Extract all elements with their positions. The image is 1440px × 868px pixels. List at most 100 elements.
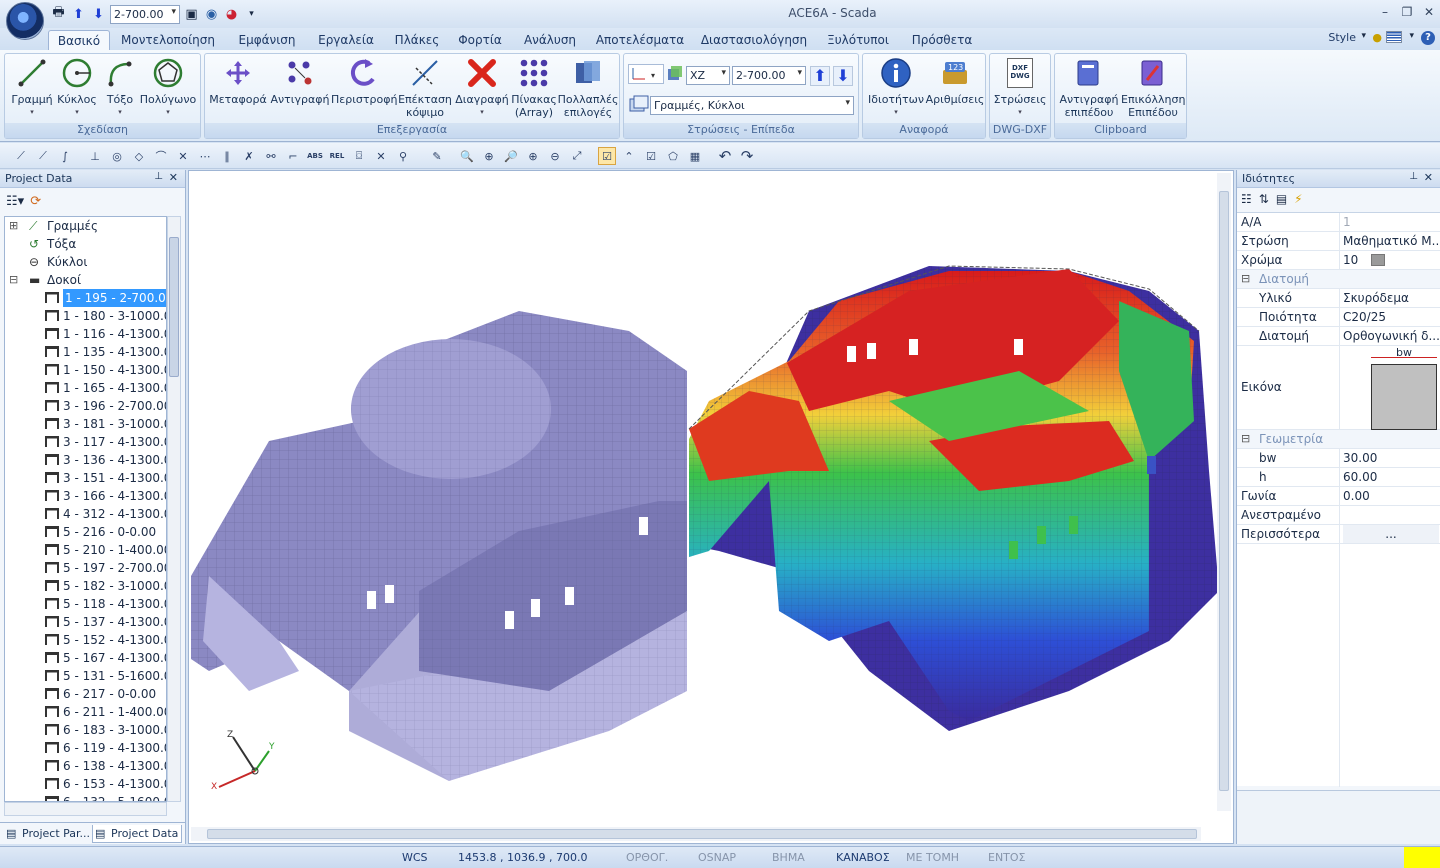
tree-item-beam[interactable]: 1 - 180 - 3-1000.00 xyxy=(5,307,166,325)
print-icon[interactable]: 🖶 xyxy=(50,5,67,23)
property-value[interactable]: bw xyxy=(1343,346,1439,430)
property-row[interactable]: Στρώση Μαθηματικό Μ... xyxy=(1237,232,1440,251)
node-select-icon[interactable]: ⌃ xyxy=(620,147,638,165)
property-row[interactable]: Ποιότητα C20/25 xyxy=(1237,308,1440,327)
node-snap-icon[interactable]: ⚯ xyxy=(262,147,280,165)
tree-node[interactable]: ↺ Τόξα xyxy=(5,235,166,253)
tab-project-parameters[interactable]: ▤ Project Par... xyxy=(4,825,90,843)
property-row[interactable]: bw 30.00 xyxy=(1237,449,1440,468)
tangent-snap-icon[interactable]: ⌒ xyxy=(152,147,170,165)
abs-coords-button[interactable]: ABS xyxy=(306,147,324,165)
open-project-icon[interactable]: ▣ xyxy=(183,6,200,23)
tree-item-beam[interactable]: 1 - 165 - 4-1300.00 xyxy=(5,379,166,397)
extension-snap-icon[interactable]: ⋯ xyxy=(196,147,214,165)
tree-item-beam[interactable]: 5 - 167 - 4-1300.00 xyxy=(5,649,166,667)
property-row[interactable]: Α/Α 1 xyxy=(1237,213,1440,232)
tree-item-beam[interactable]: 5 - 216 - 0-0.00 xyxy=(5,523,166,541)
tree-node[interactable]: ⊟ ▬ Δοκοί xyxy=(5,271,166,289)
tree-item-beam[interactable]: 5 - 197 - 2-700.00 xyxy=(5,559,166,577)
tree-item-beam[interactable]: 6 - 211 - 1-400.00 xyxy=(5,703,166,721)
property-row[interactable]: Διατομή Ορθογωνική δ... xyxy=(1237,327,1440,346)
tree-item-beam[interactable]: 4 - 312 - 4-1300.00 xyxy=(5,505,166,523)
status-inside[interactable]: ΕΝΤΟΣ xyxy=(988,851,1026,864)
tree-item-beam[interactable]: 5 - 182 - 3-1000.00 xyxy=(5,577,166,595)
center-snap-icon[interactable]: ◎ xyxy=(108,147,126,165)
property-value[interactable]: C20/25 xyxy=(1343,308,1439,326)
tab-loads[interactable]: Φορτία xyxy=(452,30,508,50)
collapse-icon[interactable]: ⊟ xyxy=(1241,430,1250,448)
rel-coords-button[interactable]: REL xyxy=(328,147,346,165)
canvas-vertical-scrollbar[interactable] xyxy=(1217,173,1231,811)
zoom-in-icon[interactable]: ⊕ xyxy=(480,147,498,165)
application-menu-button[interactable] xyxy=(6,2,44,40)
tree-item-beam[interactable]: 3 - 181 - 3-1000.00 xyxy=(5,415,166,433)
rotate-button[interactable]: Περιστροφή xyxy=(331,56,397,106)
sort-alpha-icon[interactable]: ⇅ xyxy=(1259,192,1269,206)
arc-button[interactable]: Τόξο ▾ xyxy=(101,56,139,119)
canvas-horizontal-scrollbar[interactable] xyxy=(191,827,1201,841)
snap-off-icon[interactable]: ✕ xyxy=(372,147,390,165)
parallel-snap-icon[interactable]: ∥ xyxy=(218,147,236,165)
paste-level-button[interactable]: Επικόλληση Επιπέδου xyxy=(1121,56,1185,119)
property-value[interactable]: 1 xyxy=(1343,213,1439,231)
polygon-button[interactable]: Πολύγωνο ▾ xyxy=(139,56,197,119)
tree-item-beam[interactable]: 1 - 150 - 4-1300.00 xyxy=(5,361,166,379)
select-mode-icon[interactable]: ☑ xyxy=(598,147,616,165)
numbering-button[interactable]: 123 Αριθμίσεις xyxy=(925,56,985,106)
property-row[interactable]: Ανεστραμένο xyxy=(1237,506,1440,525)
property-pages-icon[interactable]: ▤ xyxy=(1276,192,1287,206)
qat-customize-icon[interactable]: ▾ xyxy=(243,6,260,23)
tab-analysis[interactable]: Ανάλυση xyxy=(518,30,582,50)
dxf-layers-button[interactable]: DXF DWG Στρώσεις ▾ xyxy=(992,56,1048,119)
apparent-snap-icon[interactable]: ✗ xyxy=(240,147,258,165)
nearest-snap-icon[interactable]: ⌼ xyxy=(350,147,368,165)
close-icon[interactable]: ✕ xyxy=(1424,171,1433,184)
tab-design[interactable]: Διαστασιολόγηση xyxy=(698,30,810,50)
tab-view[interactable]: Εμφάνιση xyxy=(230,30,304,50)
line-tool-icon[interactable]: ⟋ xyxy=(12,147,30,165)
style-menu[interactable]: Style xyxy=(1328,31,1356,44)
property-value[interactable]: 60.00 xyxy=(1343,468,1439,486)
refresh-icon[interactable]: ⟳ xyxy=(30,194,41,209)
help-bulb-icon[interactable]: ● xyxy=(1372,31,1382,44)
move-button[interactable]: Μεταφορά xyxy=(207,56,269,106)
zoom-out-icon[interactable]: ⊖ xyxy=(546,147,564,165)
undo-icon[interactable]: ↶ xyxy=(716,147,734,165)
tab-addons[interactable]: Πρόσθετα xyxy=(906,30,978,50)
tree-item-beam[interactable]: 6 - 183 - 3-1000.00 xyxy=(5,721,166,739)
tab-slabs[interactable]: Πλάκες xyxy=(390,30,444,50)
level-select[interactable]: 2-700.00 ▾ xyxy=(732,66,806,85)
zoom-dynamic-icon[interactable]: 🔎 xyxy=(502,147,520,165)
line-button[interactable]: Γραμμή ▾ xyxy=(8,56,56,119)
eye-icon[interactable]: ◉ xyxy=(203,6,220,23)
tree-item-beam[interactable]: 3 - 117 - 4-1300.00 xyxy=(5,433,166,451)
tree-item-beam[interactable]: 1 - 135 - 4-1300.00 xyxy=(5,343,166,361)
canvas-vscroll-thumb[interactable] xyxy=(1219,191,1229,791)
property-category[interactable]: ⊟ Γεωμετρία xyxy=(1237,430,1440,449)
tab-formwork[interactable]: Ξυλότυποι xyxy=(822,30,894,50)
calculator-icon[interactable]: ▦ xyxy=(686,147,704,165)
collapse-icon[interactable]: ⊟ xyxy=(9,271,18,289)
status-section[interactable]: ΜΕ ΤΟΜΗ xyxy=(906,851,959,864)
property-category[interactable]: ⊟ Διατομή xyxy=(1237,270,1440,289)
canvas-hscroll-thumb[interactable] xyxy=(207,829,1197,839)
tree-scroll-thumb[interactable] xyxy=(169,237,179,377)
tree-view-icon[interactable]: ☷▾ xyxy=(6,194,24,209)
property-value[interactable]: 0.00 xyxy=(1343,487,1439,505)
polyline-tool-icon[interactable]: ⟋ xyxy=(34,147,52,165)
model-canvas[interactable]: Z Y X xyxy=(188,170,1234,844)
help-icon[interactable]: ? xyxy=(1421,31,1435,45)
plane-select[interactable]: XZ ▾ xyxy=(686,66,730,85)
property-value[interactable]: Σκυρόδεμα xyxy=(1343,289,1439,307)
tree-item-beam[interactable]: 5 - 152 - 4-1300.00 xyxy=(5,631,166,649)
tree-item-beam[interactable]: 3 - 196 - 2-700.00 xyxy=(5,397,166,415)
level-down-icon[interactable]: ⬇ xyxy=(833,66,853,86)
tree-vertical-scrollbar[interactable] xyxy=(167,216,181,802)
extend-trim-button[interactable]: Επέκταση κόψιμο xyxy=(397,56,453,119)
tree-item-beam[interactable]: 6 - 217 - 0-0.00 xyxy=(5,685,166,703)
tab-results[interactable]: Αποτελέσματα xyxy=(594,30,686,50)
tree-item-beam[interactable]: 6 - 119 - 4-1300.00 xyxy=(5,739,166,757)
delete-button[interactable]: Διαγραφή ▾ xyxy=(453,56,511,119)
property-value[interactable]: 10 xyxy=(1343,251,1439,269)
categorized-icon[interactable]: ☷ xyxy=(1241,192,1252,206)
